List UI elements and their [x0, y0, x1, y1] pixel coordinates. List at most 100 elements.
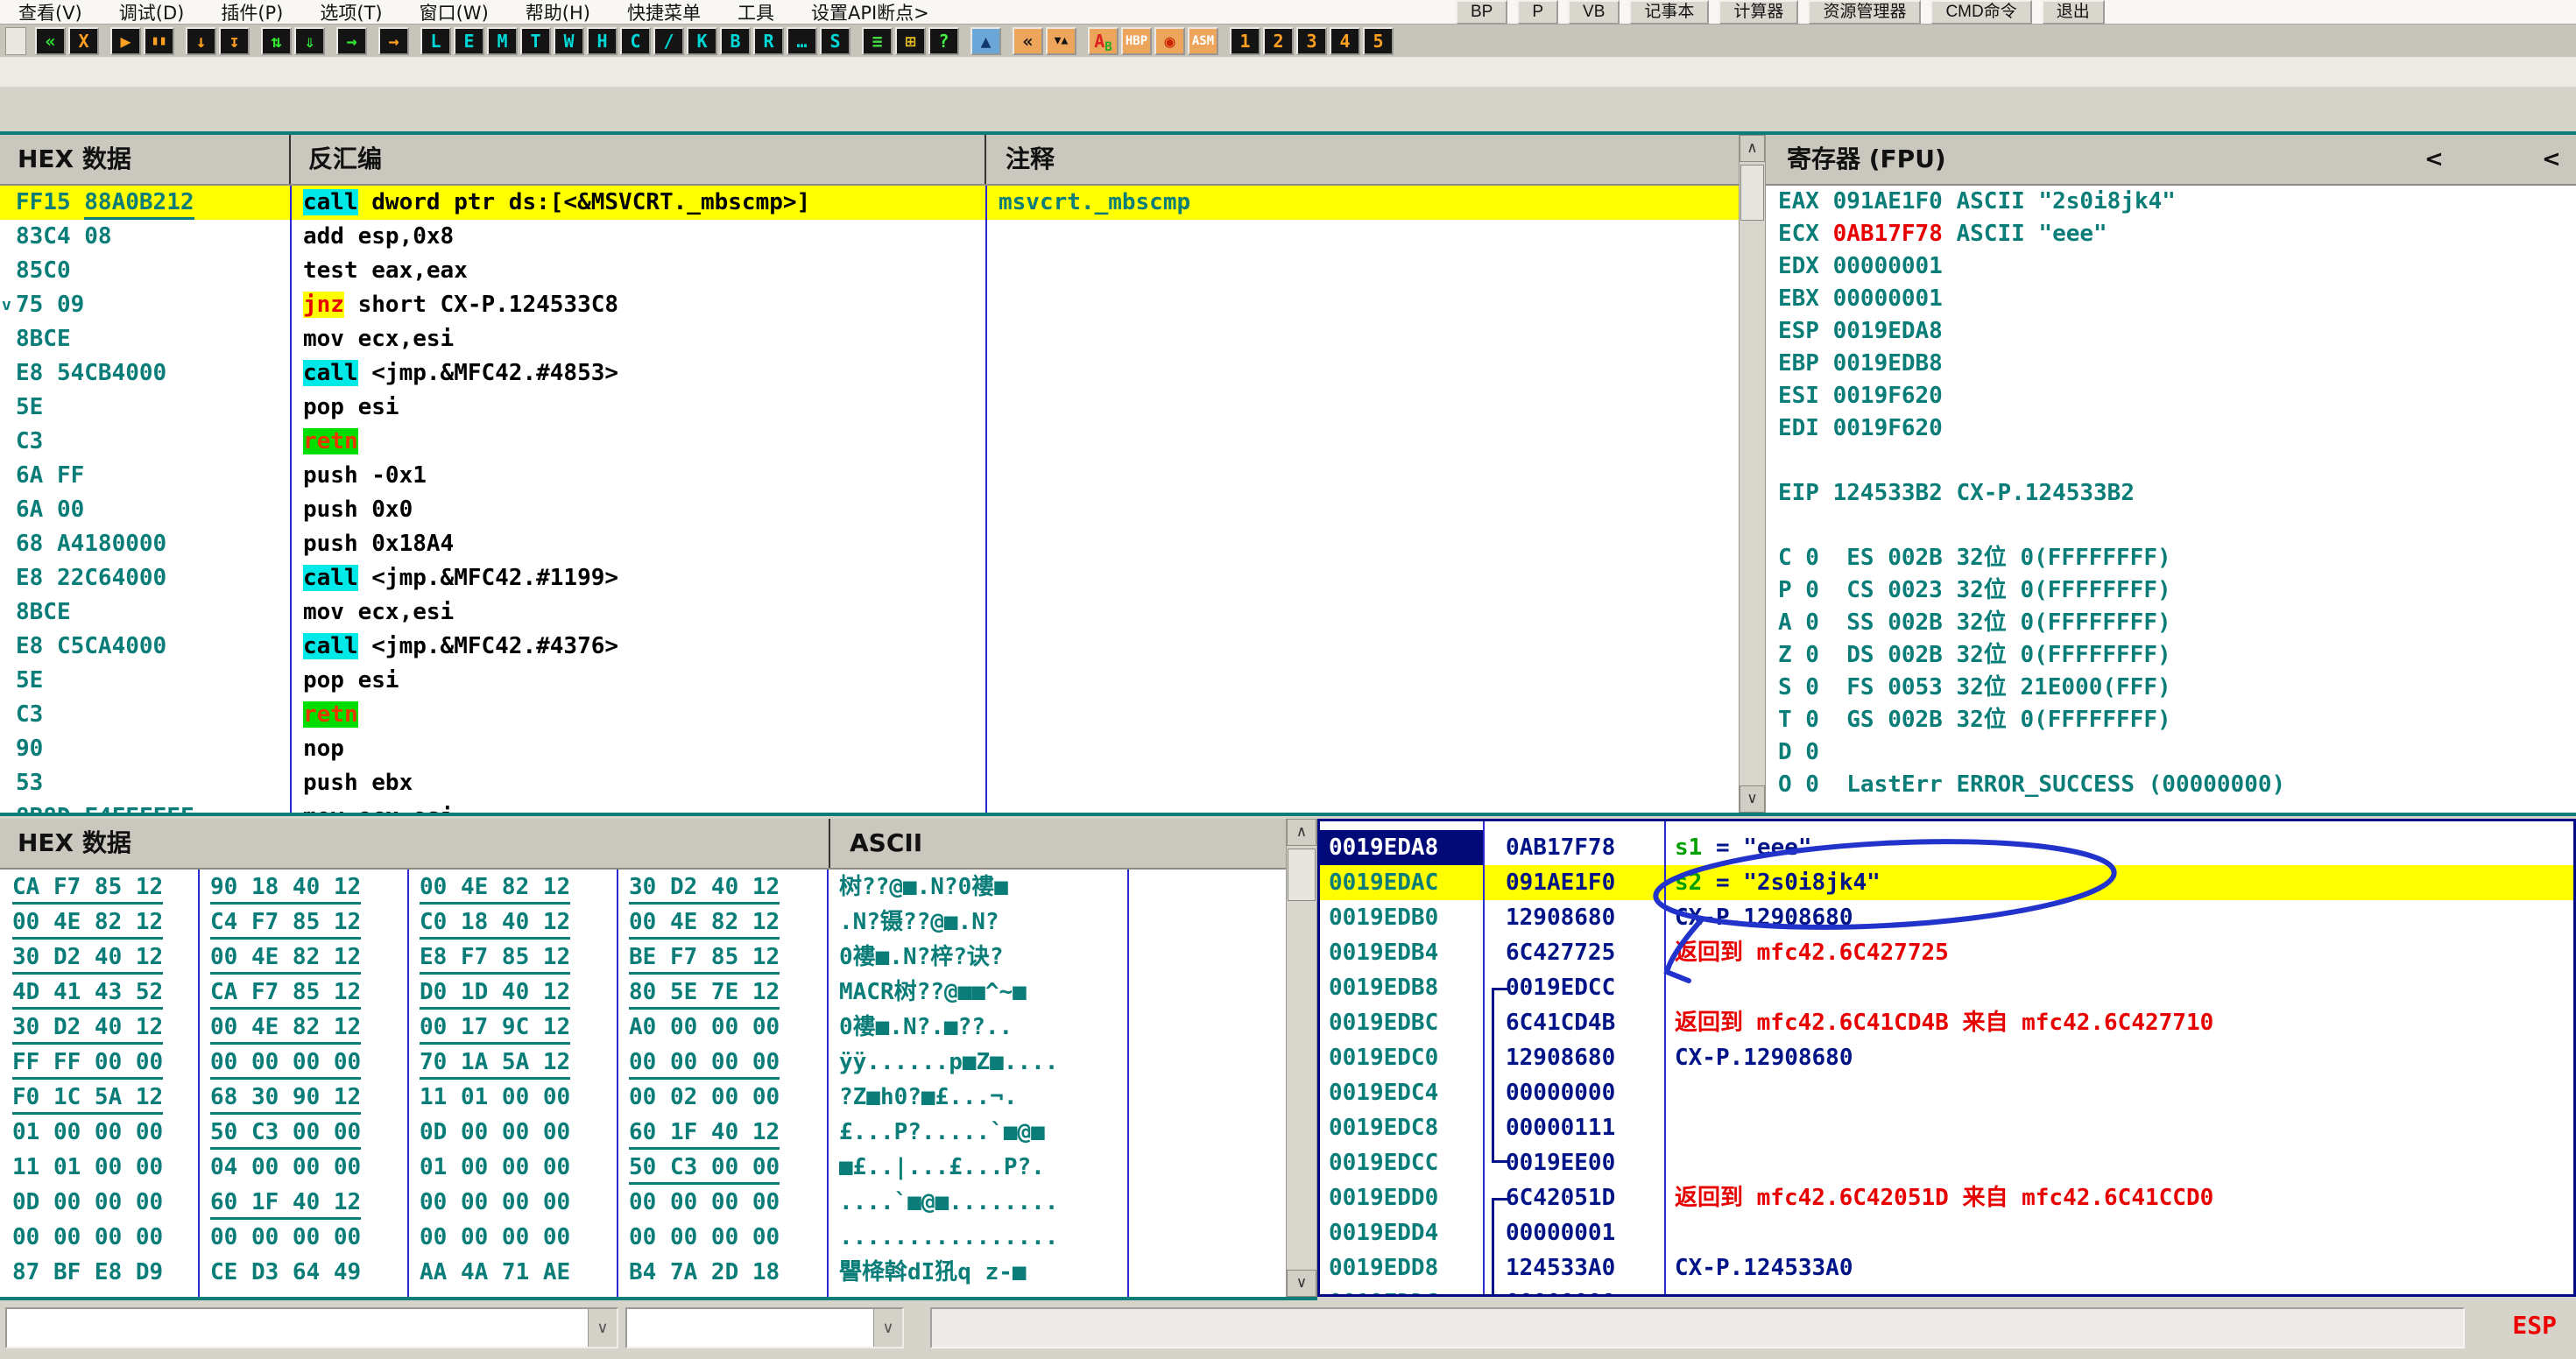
- disasm-scrollbar[interactable]: ∧ ∨: [1739, 135, 1766, 813]
- disasm-row[interactable]: 5Epop esi: [0, 664, 1739, 698]
- quick-button-退出[interactable]: 退出: [2042, 0, 2105, 25]
- chevron-down-icon[interactable]: ∨: [873, 1309, 902, 1347]
- quick-button-资源管理器[interactable]: 资源管理器: [1808, 0, 1921, 25]
- toolbar-button-icon[interactable]: ◉: [1154, 27, 1185, 55]
- toolbar-button-icon[interactable]: 2: [1263, 27, 1294, 55]
- menu-item-插件(P)[interactable]: 插件(P): [202, 0, 301, 25]
- dump-row[interactable]: 11 01 00 0004 00 00 0001 00 00 0050 C3 0…: [0, 1150, 1286, 1185]
- disasm-row[interactable]: 6A FFpush -0x1: [0, 459, 1739, 493]
- disasm-row[interactable]: 68 A4180000push 0x18A4: [0, 527, 1739, 561]
- toolbar-button-icon[interactable]: S: [820, 27, 850, 55]
- menu-item-设置API断点>[interactable]: 设置API断点>: [793, 0, 948, 25]
- register-row[interactable]: C 0 ES 002B 32位 0(FFFFFFFF): [1766, 542, 2576, 574]
- disasm-row[interactable]: 53push ebx: [0, 766, 1739, 800]
- hex-dump-panel[interactable]: CA F7 85 1290 18 40 1200 4E 82 1230 D2 4…: [0, 870, 1286, 1297]
- dump-row[interactable]: 30 D2 40 1200 4E 82 12E8 F7 85 12BE F7 8…: [0, 940, 1286, 975]
- command-dropdown[interactable]: ∨: [5, 1307, 618, 1348]
- menu-item-查看(V)[interactable]: 查看(V): [0, 0, 101, 25]
- toolbar-button-icon[interactable]: ↓: [186, 27, 216, 55]
- toolbar-button-icon[interactable]: R: [753, 27, 784, 55]
- dump-row[interactable]: 01 00 00 0050 C3 00 000D 00 00 0060 1F 4…: [0, 1115, 1286, 1150]
- scroll-thumb[interactable]: [1288, 848, 1316, 901]
- toolbar-button-icon[interactable]: H: [587, 27, 618, 55]
- dump-row[interactable]: 0D 00 00 0060 1F 40 1200 00 00 0000 00 0…: [0, 1185, 1286, 1220]
- stack-row[interactable]: 0019EDCC0019EE00: [1320, 1145, 2573, 1180]
- register-row[interactable]: EDI 0019F620: [1766, 412, 2576, 445]
- stack-row[interactable]: 0019EDA80AB17F78s1 = "eee": [1320, 830, 2573, 865]
- toolbar-button-icon[interactable]: ⊞: [895, 27, 926, 55]
- scroll-up-arrow[interactable]: ∧: [1287, 819, 1316, 846]
- disasm-row[interactable]: E8 22C64000call <jmp.&MFC42.#1199>: [0, 561, 1739, 595]
- toolbar-button-icon[interactable]: 4: [1330, 27, 1360, 55]
- dump-row[interactable]: 00 00 00 0000 00 00 0000 00 00 0000 00 0…: [0, 1220, 1286, 1255]
- dump-row[interactable]: 40 45 1C 1270 45 1C 1200 45 1C 1200 45 0…: [0, 1290, 1286, 1297]
- toolbar-button-icon[interactable]: ASM: [1188, 27, 1218, 55]
- menu-item-窗口(W)[interactable]: 窗口(W): [401, 0, 507, 25]
- toolbar-button-icon[interactable]: M: [487, 27, 518, 55]
- disasm-row[interactable]: C3retn: [0, 425, 1739, 459]
- disasm-row[interactable]: 90nop: [0, 732, 1739, 766]
- toolbar-button-icon[interactable]: ↧: [219, 27, 250, 55]
- register-row[interactable]: EBX 00000001: [1766, 283, 2576, 315]
- toolbar-button-icon[interactable]: ▮▮: [144, 27, 174, 55]
- dump-row[interactable]: 30 D2 40 1200 4E 82 1200 17 9C 12A0 00 0…: [0, 1010, 1286, 1045]
- toolbar-button-icon[interactable]: 3: [1296, 27, 1327, 55]
- disasm-row[interactable]: E8 54CB4000call <jmp.&MFC42.#4853>: [0, 356, 1739, 391]
- stack-row[interactable]: 0019EDC800000111: [1320, 1110, 2573, 1145]
- toolbar-button-icon[interactable]: ⇓: [294, 27, 325, 55]
- register-row[interactable]: EDX 00000001: [1766, 250, 2576, 283]
- toolbar-button-icon[interactable]: ≡: [862, 27, 893, 55]
- register-row[interactable]: ESP 0019EDA8: [1766, 315, 2576, 348]
- toolbar-button-icon[interactable]: C: [620, 27, 651, 55]
- quick-button-计算器[interactable]: 计算器: [1719, 0, 1798, 25]
- register-row[interactable]: A 0 SS 002B 32位 0(FFFFFFFF): [1766, 607, 2576, 639]
- stack-row[interactable]: 0019EDB46C427725返回到 mfc42.6C427725: [1320, 935, 2573, 970]
- disasm-row[interactable]: 8BCEmov ecx,esi: [0, 322, 1739, 356]
- scroll-up-arrow[interactable]: ∧: [1740, 135, 1765, 162]
- toolbar-button-icon[interactable]: …: [787, 27, 817, 55]
- disasm-row[interactable]: 83C4 08add esp,0x8: [0, 220, 1739, 254]
- dump-scrollbar[interactable]: ∧ ∨: [1286, 819, 1317, 1297]
- stack-row[interactable]: 0019EDD400000001: [1320, 1215, 2573, 1250]
- toolbar-button-icon[interactable]: X: [68, 27, 99, 55]
- toolbar-button-icon[interactable]: W: [554, 27, 584, 55]
- disasm-row[interactable]: 85C0test eax,eax: [0, 254, 1739, 288]
- register-row[interactable]: EAX 091AE1F0 ASCII "2s0i8jk4": [1766, 186, 2576, 218]
- quick-button-P[interactable]: P: [1517, 0, 1558, 25]
- registers-collapse-button[interactable]: <: [2424, 135, 2444, 184]
- register-row[interactable]: Z 0 DS 002B 32位 0(FFFFFFFF): [1766, 639, 2576, 672]
- register-row[interactable]: S 0 FS 0053 32位 21E000(FFF): [1766, 672, 2576, 704]
- menu-item-快捷菜单[interactable]: 快捷菜单: [609, 0, 719, 25]
- disassembly-panel[interactable]: FF15 88A0B212call dword ptr ds:[<&MSVCRT…: [0, 186, 1739, 813]
- dump-row[interactable]: FF FF 00 0000 00 00 0070 1A 5A 1200 00 0…: [0, 1045, 1286, 1080]
- register-row[interactable]: P 0 CS 0023 32位 0(FFFFFFFF): [1766, 574, 2576, 607]
- toolbar-button-icon[interactable]: ▲: [970, 27, 1001, 55]
- toolbar-button-icon[interactable]: K: [687, 27, 717, 55]
- quick-button-记事本[interactable]: 记事本: [1629, 0, 1709, 25]
- disasm-row[interactable]: 8BCEmov ecx,esi: [0, 595, 1739, 630]
- register-row[interactable]: EIP 124533B2 CX-P.124533B2: [1766, 477, 2576, 510]
- dump-row[interactable]: 87 BF E8 D9CE D3 64 49AA 4A 71 AEB4 7A 2…: [0, 1255, 1286, 1290]
- menu-item-帮助(H)[interactable]: 帮助(H): [507, 0, 609, 25]
- toolbar-button-icon[interactable]: E: [454, 27, 484, 55]
- register-row[interactable]: D 0: [1766, 736, 2576, 769]
- toolbar-button-icon[interactable]: 1: [1230, 27, 1260, 55]
- toolbar-button-icon[interactable]: ?: [928, 27, 959, 55]
- quick-button-CMD命令[interactable]: CMD命令: [1930, 0, 2031, 25]
- quick-button-VB[interactable]: VB: [1568, 0, 1620, 25]
- toolbar-button-icon[interactable]: HBP: [1121, 27, 1152, 55]
- disasm-row[interactable]: 8B8D F4FEFFFFmov ecx,esi: [0, 800, 1739, 813]
- command-input[interactable]: [930, 1307, 2465, 1348]
- stack-row[interactable]: 0019EDD06C42051D返回到 mfc42.6C42051D 来自 mf…: [1320, 1180, 2573, 1215]
- stack-row[interactable]: 0019EDD8124533A0CX-P.124533A0: [1320, 1250, 2573, 1285]
- register-row[interactable]: ECX 0AB17F78 ASCII "eee": [1766, 218, 2576, 250]
- register-row[interactable]: [1766, 445, 2576, 477]
- menu-item-工具[interactable]: 工具: [719, 0, 793, 25]
- stack-panel[interactable]: 0019EDA80AB17F78s1 = "eee"0019EDAC091AE1…: [1317, 819, 2576, 1297]
- stack-row[interactable]: 0019EDC012908680CX-P.12908680: [1320, 1040, 2573, 1075]
- disasm-row[interactable]: FF15 88A0B212call dword ptr ds:[<&MSVCRT…: [0, 186, 1739, 220]
- stack-row[interactable]: 0019EDB012908680CX-P.12908680: [1320, 900, 2573, 935]
- scroll-thumb[interactable]: [1740, 165, 1764, 221]
- disasm-row[interactable]: C3retn: [0, 698, 1739, 732]
- toolbar-button-icon[interactable]: →: [336, 27, 367, 55]
